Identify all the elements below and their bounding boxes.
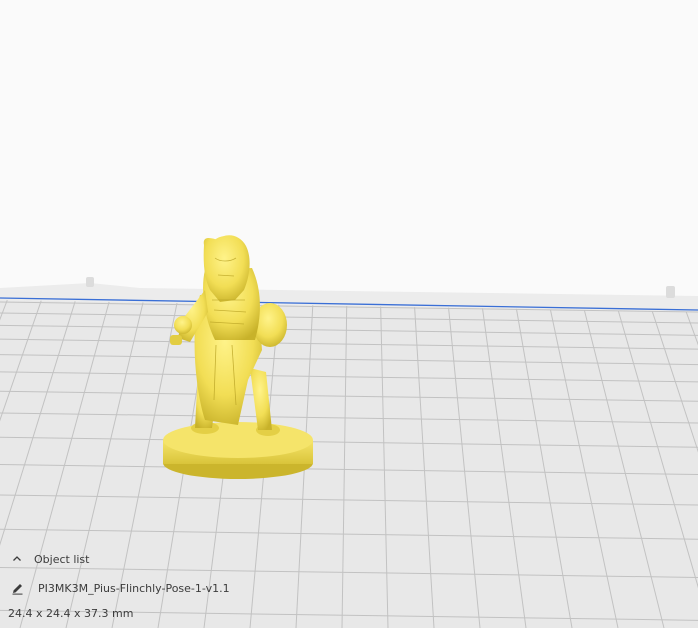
plate-clip-left	[86, 277, 94, 287]
pencil-icon[interactable]	[9, 580, 25, 596]
object-list-label: Object list	[34, 552, 90, 566]
object-list-header[interactable]: Object list	[0, 548, 300, 570]
chevron-up-icon[interactable]	[9, 551, 25, 567]
plate-clip-right	[666, 286, 675, 298]
object-name: PI3MK3M_Pius-Flinchly-Pose-1-v1.1	[38, 581, 230, 595]
object-dimensions: 24.4 x 24.4 x 37.3 mm	[0, 602, 300, 624]
object-list-item[interactable]: PI3MK3M_Pius-Flinchly-Pose-1-v1.1	[0, 577, 300, 599]
dimensions-text: 24.4 x 24.4 x 37.3 mm	[8, 606, 134, 620]
3d-viewport[interactable]: Object list PI3MK3M_Pius-Flinchly-Pose-1…	[0, 0, 698, 628]
build-plate-scene[interactable]	[0, 0, 698, 628]
